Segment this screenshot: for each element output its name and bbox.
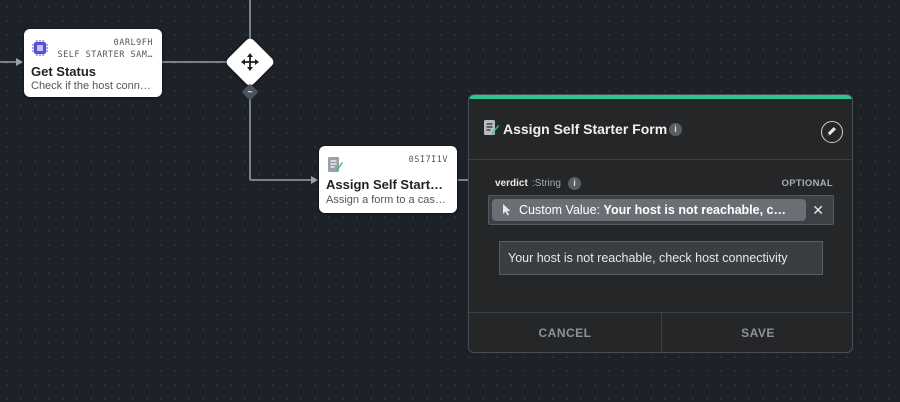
pencil-icon — [827, 127, 836, 136]
node-description: Assign a form to a case… — [326, 194, 450, 206]
node-get-status[interactable]: 0ARL9FH SELF STARTER SAM… Get Status Che… — [24, 29, 162, 97]
node-title: Assign Self Starte… — [326, 177, 450, 192]
node-id: 0ARL9FH — [113, 38, 153, 48]
node-id: 0SI7I1V — [408, 155, 448, 165]
optional-label: OPTIONAL — [781, 178, 833, 189]
node-subtitle: SELF STARTER SAM… — [57, 50, 153, 60]
panel-accent-bar — [469, 95, 852, 99]
step-config-panel: Assign Self Starter Form i verdict :Stri… — [468, 94, 853, 353]
custom-value-input[interactable]: Your host is not reachable, check host c… — [499, 241, 823, 275]
node-description: Check if the host conn… — [31, 80, 151, 92]
form-icon — [328, 157, 343, 172]
cancel-button[interactable]: CANCEL — [469, 313, 661, 352]
custom-value-chip[interactable]: Custom Value: Your host is not reachable… — [492, 199, 806, 221]
node-title: Get Status — [31, 64, 97, 79]
chip-icon — [32, 40, 48, 56]
cursor-icon — [503, 204, 511, 216]
info-icon[interactable]: i — [568, 177, 581, 190]
chip-value: Your host is not reachable, c… — [603, 203, 786, 217]
decision-port-label: ~ — [247, 87, 253, 97]
save-button[interactable]: SAVE — [662, 313, 852, 352]
divider — [469, 159, 852, 160]
move-icon — [241, 53, 259, 71]
node-assign-self-starter-form[interactable]: 0SI7I1V Assign Self Starte… Assign a for… — [319, 146, 457, 213]
edit-button[interactable] — [821, 121, 843, 143]
close-icon[interactable]: ✕ — [812, 201, 824, 219]
chip-prefix: Custom Value: — [519, 203, 601, 217]
field-type: :String — [532, 178, 561, 189]
info-icon[interactable]: i — [669, 123, 682, 136]
field-name: verdict — [495, 178, 528, 189]
panel-title: Assign Self Starter Form — [503, 121, 668, 137]
form-icon — [484, 120, 499, 135]
value-source-field[interactable]: Custom Value: Your host is not reachable… — [488, 195, 834, 225]
